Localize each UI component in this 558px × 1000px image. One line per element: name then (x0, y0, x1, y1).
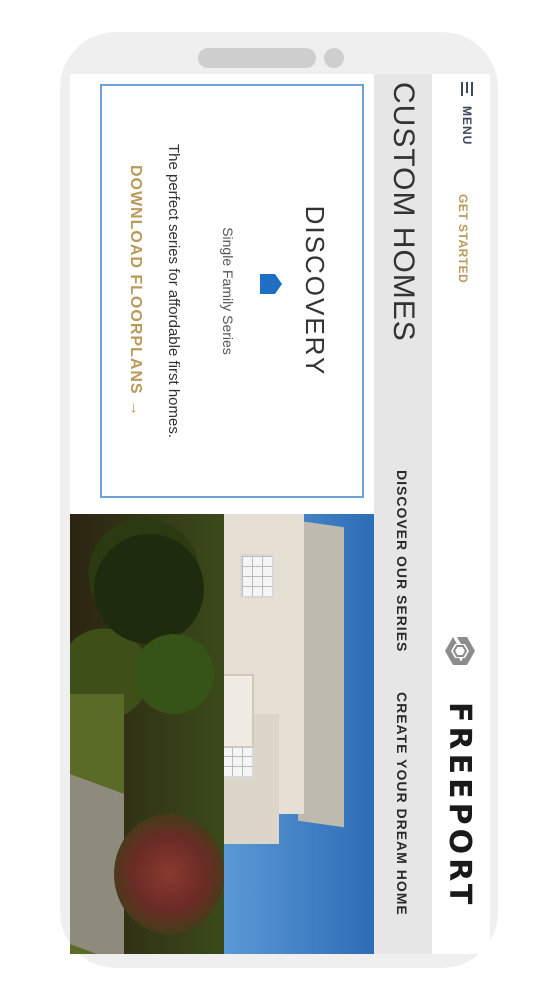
menu-button[interactable]: MENU (460, 82, 474, 145)
photo-tree (134, 634, 214, 714)
menu-label: MENU (460, 106, 474, 146)
house-pin-icon (260, 274, 282, 294)
site-header: MENU GET STARTED FREEPORT (431, 74, 490, 954)
series-title: DISCOVERY (300, 205, 330, 377)
series-description: The perfect series for affordable first … (165, 143, 182, 439)
sub-navigation: CUSTOM HOMES DISCOVER OUR SERIES CREATE … (374, 74, 432, 954)
series-card: DISCOVERY Single Family Series The perfe… (100, 84, 364, 498)
series-subtitle: Single Family Series (220, 227, 236, 355)
photo-window (240, 554, 274, 598)
freeport-logo[interactable]: FREEPORT (442, 634, 478, 944)
brand-name: FREEPORT (442, 702, 478, 909)
photo-tree (94, 534, 204, 644)
phone-speaker (198, 48, 316, 68)
freeport-logo-mark-icon (445, 637, 475, 665)
discover-our-series-link[interactable]: DISCOVER OUR SERIES (394, 470, 410, 652)
photo-red-tree (114, 814, 224, 934)
website-viewport: MENU GET STARTED FREEPORT CUSTOM HOMES D… (70, 74, 490, 954)
create-your-dream-home-link[interactable]: CREATE YOUR DREAM HOME (394, 692, 410, 916)
download-floorplans-link[interactable]: DOWNLOAD FLOORPLANS → (126, 86, 144, 496)
hamburger-icon (461, 82, 473, 96)
get-started-link[interactable]: GET STARTED (456, 194, 470, 283)
section-title: CUSTOM HOMES (387, 82, 420, 342)
photo-roof (298, 520, 344, 828)
phone-screen: MENU GET STARTED FREEPORT CUSTOM HOMES D… (70, 74, 490, 954)
house-photo (70, 514, 374, 954)
phone-camera (324, 48, 344, 68)
